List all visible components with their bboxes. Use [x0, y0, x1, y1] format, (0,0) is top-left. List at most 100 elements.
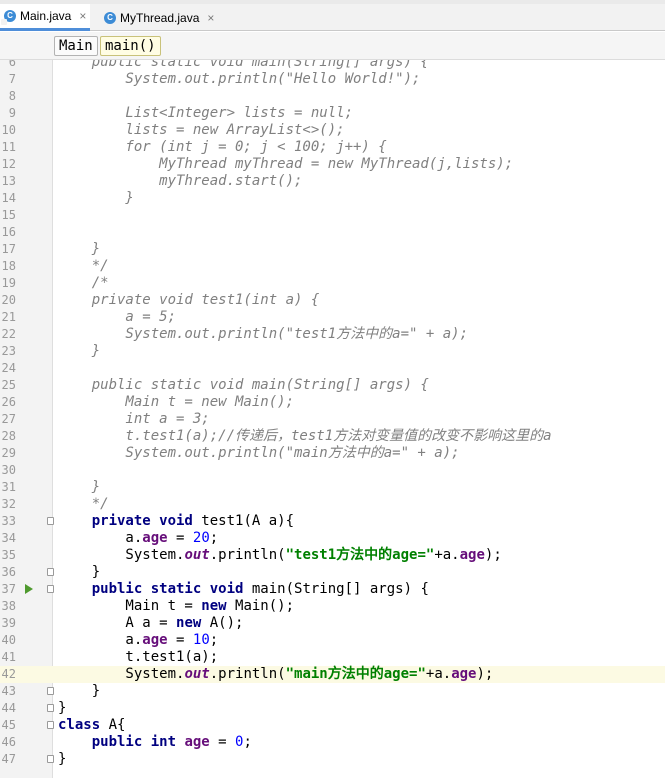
- line-number[interactable]: 24: [0, 360, 16, 377]
- breadcrumb-item-main[interactable]: Main: [54, 36, 98, 56]
- line-number[interactable]: 14: [0, 190, 16, 207]
- line-number[interactable]: 18: [0, 258, 16, 275]
- line-number[interactable]: 33: [0, 513, 16, 530]
- code-line[interactable]: 17 }: [0, 241, 665, 258]
- code-line[interactable]: 7 System.out.println("Hello World!");: [0, 71, 665, 88]
- code-line[interactable]: 47}: [0, 751, 665, 768]
- line-number[interactable]: 22: [0, 326, 16, 343]
- line-number[interactable]: 45: [0, 717, 16, 734]
- line-number[interactable]: 34: [0, 530, 16, 547]
- code-line[interactable]: 15: [0, 207, 665, 224]
- line-number[interactable]: 36: [0, 564, 16, 581]
- line-number[interactable]: 37: [0, 581, 16, 598]
- code-line[interactable]: 23 }: [0, 343, 665, 360]
- code-line[interactable]: 21 a = 5;: [0, 309, 665, 326]
- fold-icon[interactable]: [47, 687, 54, 695]
- line-number[interactable]: 25: [0, 377, 16, 394]
- code-line[interactable]: 12 MyThread myThread = new MyThread(j,li…: [0, 156, 665, 173]
- line-number[interactable]: 15: [0, 207, 16, 224]
- line-number[interactable]: 20: [0, 292, 16, 309]
- code-line[interactable]: 46 public int age = 0;: [0, 734, 665, 751]
- code-line[interactable]: 41 t.test1(a);: [0, 649, 665, 666]
- code-line[interactable]: 29 System.out.println("main方法中的a=" + a);: [0, 445, 665, 462]
- line-number[interactable]: 41: [0, 649, 16, 666]
- line-number[interactable]: 28: [0, 428, 16, 445]
- code-line[interactable]: 24: [0, 360, 665, 377]
- close-icon[interactable]: ×: [79, 9, 86, 23]
- code-line[interactable]: 35 System.out.println("test1方法中的age="+a.…: [0, 547, 665, 564]
- tab-main-java[interactable]: C Main.java ×: [0, 4, 90, 31]
- breadcrumb-item-main-method[interactable]: main(): [100, 36, 161, 56]
- fold-icon[interactable]: [47, 568, 54, 576]
- line-number[interactable]: 39: [0, 615, 16, 632]
- line-number[interactable]: 46: [0, 734, 16, 751]
- line-number[interactable]: 38: [0, 598, 16, 615]
- line-number[interactable]: 26: [0, 394, 16, 411]
- code-line[interactable]: 30: [0, 462, 665, 479]
- code-line[interactable]: 9 List<Integer> lists = null;: [0, 105, 665, 122]
- line-number[interactable]: 30: [0, 462, 16, 479]
- code-line[interactable]: 11 for (int j = 0; j < 100; j++) {: [0, 139, 665, 156]
- code-line[interactable]: 40 a.age = 10;: [0, 632, 665, 649]
- code-line[interactable]: 18 */: [0, 258, 665, 275]
- line-number[interactable]: 43: [0, 683, 16, 700]
- line-number[interactable]: 10: [0, 122, 16, 139]
- line-number[interactable]: 13: [0, 173, 16, 190]
- line-number[interactable]: 9: [0, 105, 16, 122]
- line-number[interactable]: 6: [0, 60, 16, 71]
- code-line[interactable]: 16: [0, 224, 665, 241]
- code-line[interactable]: 45 class A{: [0, 717, 665, 734]
- line-number[interactable]: 35: [0, 547, 16, 564]
- code-line[interactable]: 43 }: [0, 683, 665, 700]
- line-number[interactable]: 16: [0, 224, 16, 241]
- line-number[interactable]: 27: [0, 411, 16, 428]
- code-line[interactable]: 37 public static void main(String[] args…: [0, 581, 665, 598]
- fold-icon[interactable]: [47, 704, 54, 712]
- code-editor[interactable]: 6 public static void main(String[] args)…: [0, 60, 665, 778]
- run-icon[interactable]: [25, 584, 33, 594]
- fold-icon[interactable]: [47, 585, 54, 593]
- code-line[interactable]: 32 */: [0, 496, 665, 513]
- code-line[interactable]: 20 private void test1(int a) {: [0, 292, 665, 309]
- fold-icon[interactable]: [47, 721, 54, 729]
- code-line[interactable]: 42 System.out.println("main方法中的age="+a.a…: [0, 666, 665, 683]
- line-number[interactable]: 11: [0, 139, 16, 156]
- fold-icon[interactable]: [47, 517, 54, 525]
- code-line[interactable]: 13 myThread.start();: [0, 173, 665, 190]
- line-number[interactable]: 32: [0, 496, 16, 513]
- fold-icon[interactable]: [47, 755, 54, 763]
- code-line[interactable]: 14 }: [0, 190, 665, 207]
- line-number[interactable]: 23: [0, 343, 16, 360]
- code-text: }: [58, 751, 67, 767]
- line-number[interactable]: 21: [0, 309, 16, 326]
- code-line[interactable]: 28 t.test1(a);//传递后，test1方法对变量值的改变不影响这里的…: [0, 428, 665, 445]
- code-line[interactable]: 38 Main t = new Main();: [0, 598, 665, 615]
- line-number[interactable]: 31: [0, 479, 16, 496]
- line-number[interactable]: 47: [0, 751, 16, 768]
- line-number[interactable]: 42: [0, 666, 16, 683]
- line-number[interactable]: 44: [0, 700, 16, 717]
- line-number[interactable]: 8: [0, 88, 16, 105]
- code-line[interactable]: 8: [0, 88, 665, 105]
- code-line[interactable]: 27 int a = 3;: [0, 411, 665, 428]
- code-line[interactable]: 36 }: [0, 564, 665, 581]
- code-line[interactable]: 19 /*: [0, 275, 665, 292]
- code-line[interactable]: 6 public static void main(String[] args)…: [0, 60, 665, 71]
- line-number[interactable]: 19: [0, 275, 16, 292]
- line-number[interactable]: 29: [0, 445, 16, 462]
- line-number[interactable]: 12: [0, 156, 16, 173]
- code-line[interactable]: 33 private void test1(A a){: [0, 513, 665, 530]
- line-number[interactable]: 40: [0, 632, 16, 649]
- code-line[interactable]: 10 lists = new ArrayList<>();: [0, 122, 665, 139]
- tab-mythread-java[interactable]: C MyThread.java ×: [100, 4, 220, 31]
- code-line[interactable]: 44}: [0, 700, 665, 717]
- code-line[interactable]: 31 }: [0, 479, 665, 496]
- code-line[interactable]: 39 A a = new A();: [0, 615, 665, 632]
- line-number[interactable]: 17: [0, 241, 16, 258]
- code-line[interactable]: 26 Main t = new Main();: [0, 394, 665, 411]
- close-icon[interactable]: ×: [207, 11, 214, 25]
- code-line[interactable]: 25 public static void main(String[] args…: [0, 377, 665, 394]
- line-number[interactable]: 7: [0, 71, 16, 88]
- code-line[interactable]: 34 a.age = 20;: [0, 530, 665, 547]
- code-line[interactable]: 22 System.out.println("test1方法中的a=" + a)…: [0, 326, 665, 343]
